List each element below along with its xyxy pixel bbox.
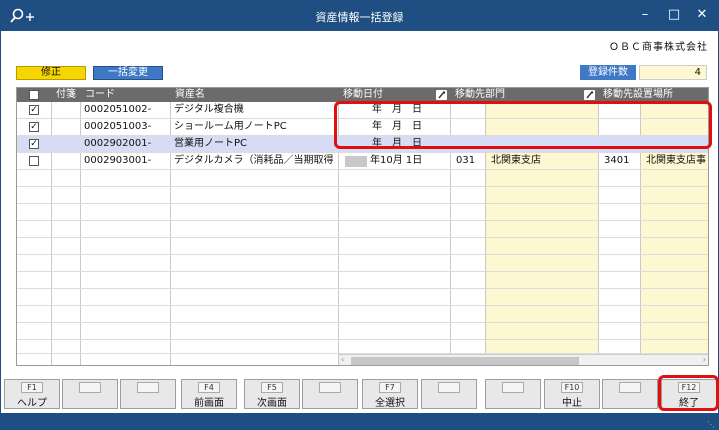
modify-button[interactable]: 修正 — [16, 66, 86, 80]
asset-code: 0002902001- — [84, 138, 152, 149]
f9-empty-button[interactable] — [485, 379, 541, 409]
dept-lookup-icon[interactable] — [584, 90, 595, 100]
table-row-empty[interactable] — [17, 272, 708, 289]
record-count-value: 4 — [639, 65, 707, 80]
table-row-empty[interactable] — [17, 340, 708, 354]
location-name: 北関東支店事 — [646, 155, 706, 166]
scroll-left-icon[interactable]: ‹ — [341, 355, 344, 364]
app-window: 資産情報一括登録 – □ ✕ ＯＢＣ商事株式会社 修正 一括変更 登録件数 4 … — [0, 0, 719, 430]
f5-next-screen-button[interactable]: F5 次画面 — [244, 379, 300, 409]
select-all-checkbox[interactable] — [29, 90, 39, 100]
table-row-empty[interactable] — [17, 323, 708, 340]
dept-code[interactable]: 031 — [453, 153, 486, 169]
horizontal-scrollbar[interactable]: ‹ › — [339, 354, 708, 365]
status-bar: ⋱ — [1, 413, 718, 430]
f3-empty-button[interactable] — [120, 379, 176, 409]
title-bar: 資産情報一括登録 – □ ✕ — [1, 1, 718, 31]
asset-name: デジタル複合機 — [174, 104, 244, 115]
row-checkbox[interactable]: ✓ — [29, 105, 39, 115]
f6-empty-button[interactable] — [302, 379, 358, 409]
table-row-empty[interactable] — [17, 255, 708, 272]
table-row-empty[interactable] — [17, 204, 708, 221]
resize-grip-icon[interactable]: ⋱ — [707, 420, 715, 429]
asset-name: デジタルカメラ（消耗品／当期取得 — [174, 155, 334, 166]
scroll-right-icon[interactable]: › — [703, 355, 706, 364]
bulk-change-button[interactable]: 一括変更 — [93, 66, 163, 80]
window-title: 資産情報一括登録 — [315, 11, 404, 24]
scrollbar-thumb[interactable] — [351, 357, 579, 365]
column-header-dest-location[interactable]: 移動先設置場所 — [599, 88, 708, 102]
dept-name: 北関東支店 — [491, 155, 541, 166]
close-button[interactable]: ✕ — [690, 5, 714, 25]
table-row-empty[interactable] — [17, 238, 708, 255]
company-name: ＯＢＣ商事株式会社 — [609, 42, 708, 53]
row-checkbox[interactable]: ✓ — [29, 122, 39, 132]
asset-name: ショールーム用ノートPC — [174, 121, 287, 132]
asset-code: 0002051002- — [84, 104, 152, 115]
date-picker-icon[interactable] — [436, 90, 447, 100]
table-row-empty[interactable] — [17, 306, 708, 323]
maximize-button[interactable]: □ — [662, 5, 686, 25]
f7-select-all-button[interactable]: F7 全選択 — [362, 379, 418, 409]
grid-header: 付箋 コード 資産名 移動日付 移動先部門 移動先設置場所 — [17, 88, 708, 102]
asset-code: 0002903001- — [84, 155, 152, 166]
row-checkbox[interactable]: ✓ — [29, 139, 39, 149]
f2-empty-button[interactable] — [62, 379, 118, 409]
location-code[interactable]: 3401 — [601, 153, 641, 169]
minimize-button[interactable]: – — [633, 5, 657, 25]
column-header-code[interactable]: コード — [81, 88, 171, 102]
move-date-field[interactable]: 年10月 1日 — [367, 153, 449, 169]
column-header-dest-dept[interactable]: 移動先部門 — [451, 88, 599, 102]
f4-previous-screen-button[interactable]: F4 前画面 — [181, 379, 237, 409]
f11-empty-button[interactable] — [602, 379, 658, 409]
table-row-empty[interactable] — [17, 170, 708, 187]
highlight-annotation — [334, 101, 712, 149]
table-row-empty[interactable] — [17, 187, 708, 204]
column-header-tag[interactable]: 付箋 — [52, 88, 81, 102]
table-row[interactable]: 0002903001- デジタルカメラ（消耗品／当期取得 年10月 1日 031… — [17, 153, 708, 170]
row-checkbox[interactable] — [29, 156, 39, 166]
era-field[interactable] — [345, 156, 367, 167]
f1-help-button[interactable]: F1 ヘルプ — [4, 379, 60, 409]
f8-empty-button[interactable] — [421, 379, 477, 409]
f10-cancel-button[interactable]: F10 中止 — [544, 379, 600, 409]
table-row-empty[interactable] — [17, 221, 708, 238]
column-header-move-date[interactable]: 移動日付 — [339, 88, 451, 102]
table-row-empty[interactable] — [17, 289, 708, 306]
function-key-bar: F1 ヘルプ F4 前画面 F5 次画面 F7 全選択 F10 中止 F12 終了 — [1, 375, 718, 411]
column-header-asset-name[interactable]: 資産名 — [171, 88, 339, 102]
asset-name: 営業用ノートPC — [174, 138, 248, 149]
asset-code: 0002051003- — [84, 121, 152, 132]
highlight-annotation — [658, 375, 719, 411]
record-count-label: 登録件数 — [580, 65, 636, 80]
